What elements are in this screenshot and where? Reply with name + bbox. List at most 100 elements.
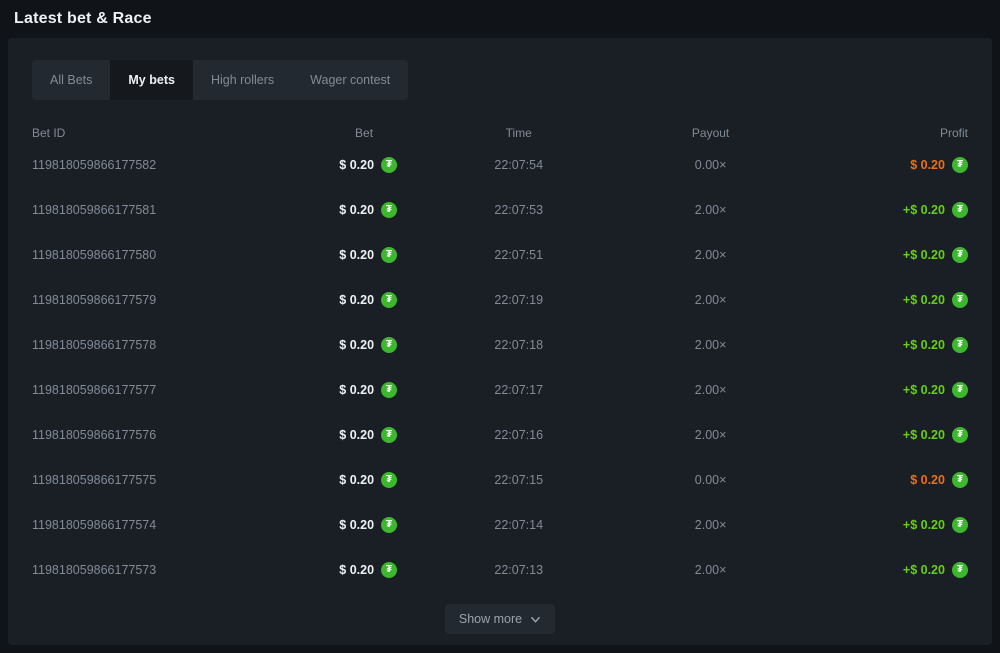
header-profit: Profit [781,126,968,140]
bet-profit: +$ 0.20 ₮ [781,337,968,353]
bet-profit-value: +$ 0.20 [903,383,945,397]
bet-profit: +$ 0.20 ₮ [781,562,968,578]
bet-id: 119818059866177574 [32,518,275,532]
bet-time: 22:07:51 [397,248,640,262]
bet-profit-value: +$ 0.20 [903,203,945,217]
currency-coin-icon: ₮ [952,292,968,308]
bet-payout: 0.00× [640,158,780,172]
bet-profit-value: +$ 0.20 [903,248,945,262]
bet-amount-value: $ 0.20 [339,473,374,487]
table-row[interactable]: 119818059866177582 $ 0.20 ₮ 22:07:54 0.0… [32,142,968,187]
bet-time: 22:07:17 [397,383,640,397]
currency-coin-icon: ₮ [381,427,397,443]
bet-amount-value: $ 0.20 [339,338,374,352]
currency-coin-icon: ₮ [381,382,397,398]
table-row[interactable]: 119818059866177580 $ 0.20 ₮ 22:07:51 2.0… [32,232,968,277]
bet-profit-value: $ 0.20 [910,158,945,172]
bet-payout: 2.00× [640,383,780,397]
tab-all-bets[interactable]: All Bets [32,60,110,100]
currency-coin-icon: ₮ [952,157,968,173]
bet-amount: $ 0.20 ₮ [275,427,397,443]
bet-amount-value: $ 0.20 [339,383,374,397]
bet-amount-value: $ 0.20 [339,518,374,532]
bet-amount-value: $ 0.20 [339,293,374,307]
table-row[interactable]: 119818059866177573 $ 0.20 ₮ 22:07:13 2.0… [32,547,968,592]
bet-amount-value: $ 0.20 [339,158,374,172]
currency-coin-icon: ₮ [381,247,397,263]
bet-profit-value: +$ 0.20 [903,428,945,442]
bet-id: 119818059866177578 [32,338,275,352]
currency-coin-icon: ₮ [952,517,968,533]
bet-profit: +$ 0.20 ₮ [781,427,968,443]
currency-coin-icon: ₮ [952,247,968,263]
bet-payout: 2.00× [640,428,780,442]
show-more-button[interactable]: Show more [445,604,555,634]
header-bet: Bet [275,126,397,140]
bet-amount-value: $ 0.20 [339,248,374,262]
bet-time: 22:07:53 [397,203,640,217]
bet-amount: $ 0.20 ₮ [275,247,397,263]
bet-payout: 0.00× [640,473,780,487]
bet-profit-value: +$ 0.20 [903,518,945,532]
bet-amount: $ 0.20 ₮ [275,157,397,173]
bet-payout: 2.00× [640,518,780,532]
bet-amount: $ 0.20 ₮ [275,517,397,533]
currency-coin-icon: ₮ [381,337,397,353]
page-title: Latest bet & Race [14,10,152,28]
bet-profit: $ 0.20 ₮ [781,157,968,173]
bet-id: 119818059866177579 [32,293,275,307]
bet-payout: 2.00× [640,293,780,307]
bet-id: 119818059866177575 [32,473,275,487]
page-header: Latest bet & Race [0,0,1000,38]
table-row[interactable]: 119818059866177581 $ 0.20 ₮ 22:07:53 2.0… [32,187,968,232]
show-more-container: Show more [32,604,968,634]
currency-coin-icon: ₮ [952,427,968,443]
bet-id: 119818059866177580 [32,248,275,262]
bet-id: 119818059866177576 [32,428,275,442]
bet-id: 119818059866177581 [32,203,275,217]
bet-amount: $ 0.20 ₮ [275,562,397,578]
bet-amount: $ 0.20 ₮ [275,292,397,308]
bet-payout: 2.00× [640,563,780,577]
bet-amount-value: $ 0.20 [339,428,374,442]
tab-high-rollers[interactable]: High rollers [193,60,292,100]
bet-profit: +$ 0.20 ₮ [781,247,968,263]
bet-profit: +$ 0.20 ₮ [781,202,968,218]
chevron-down-icon [530,614,541,625]
bet-amount: $ 0.20 ₮ [275,472,397,488]
bets-panel: All Bets My bets High rollers Wager cont… [8,38,992,645]
bet-time: 22:07:15 [397,473,640,487]
bet-payout: 2.00× [640,248,780,262]
bet-profit-value: +$ 0.20 [903,293,945,307]
bet-time: 22:07:54 [397,158,640,172]
bet-amount-value: $ 0.20 [339,203,374,217]
table-row[interactable]: 119818059866177578 $ 0.20 ₮ 22:07:18 2.0… [32,322,968,367]
currency-coin-icon: ₮ [381,562,397,578]
bet-id: 119818059866177582 [32,158,275,172]
bet-time: 22:07:16 [397,428,640,442]
table-row[interactable]: 119818059866177576 $ 0.20 ₮ 22:07:16 2.0… [32,412,968,457]
header-bet-id: Bet ID [32,126,275,140]
table-row[interactable]: 119818059866177579 $ 0.20 ₮ 22:07:19 2.0… [32,277,968,322]
table-row[interactable]: 119818059866177575 $ 0.20 ₮ 22:07:15 0.0… [32,457,968,502]
table-row[interactable]: 119818059866177577 $ 0.20 ₮ 22:07:17 2.0… [32,367,968,412]
bet-amount-value: $ 0.20 [339,563,374,577]
bet-id: 119818059866177577 [32,383,275,397]
table-row[interactable]: 119818059866177574 $ 0.20 ₮ 22:07:14 2.0… [32,502,968,547]
currency-coin-icon: ₮ [952,562,968,578]
bet-amount: $ 0.20 ₮ [275,337,397,353]
tab-wager-contest[interactable]: Wager contest [292,60,408,100]
bet-payout: 2.00× [640,203,780,217]
table-header-row: Bet ID Bet Time Payout Profit [32,124,968,142]
bets-table: Bet ID Bet Time Payout Profit 1198180598… [32,124,968,592]
show-more-label: Show more [459,612,522,626]
currency-coin-icon: ₮ [381,472,397,488]
bet-payout: 2.00× [640,338,780,352]
currency-coin-icon: ₮ [952,382,968,398]
bet-profit-value: $ 0.20 [910,473,945,487]
bet-time: 22:07:19 [397,293,640,307]
currency-coin-icon: ₮ [952,472,968,488]
bet-id: 119818059866177573 [32,563,275,577]
tab-my-bets[interactable]: My bets [110,60,193,100]
currency-coin-icon: ₮ [952,337,968,353]
